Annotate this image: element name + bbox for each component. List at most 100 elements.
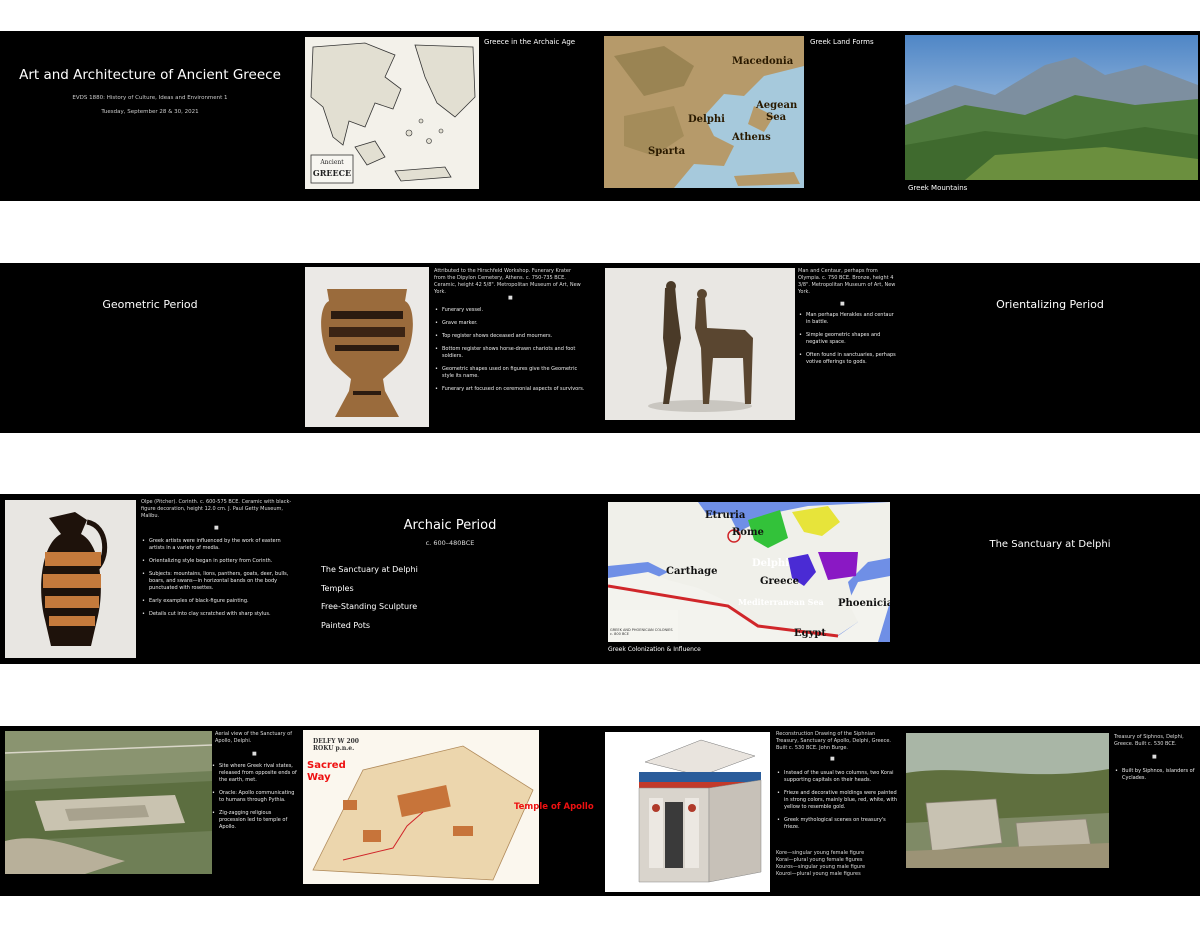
greek-mountains-photo — [905, 35, 1198, 180]
bullet-item: Greek artists were influenced by the wor… — [141, 538, 293, 552]
slide-archaic-period[interactable]: Archaic Period c. 600–480BCE The Sanctua… — [300, 494, 600, 664]
slide-siphnian-treasury[interactable]: Reconstruction Drawing of the Siphnian T… — [600, 726, 900, 896]
land-forms-relief-map: Macedonia Aegean Sea Delphi Athens Spart… — [604, 36, 804, 188]
slide-sanctuary-at-delphi[interactable]: The Sanctuary at Delphi — [900, 494, 1200, 664]
slide-sanctuary-aerial[interactable]: Aerial view of the Sanctuary of Apollo, … — [0, 726, 300, 896]
artwork-caption: Man and Centaur, perhaps from Olympia. c… — [798, 268, 896, 295]
slide-row-2: Geometric Period Attributed to the Hirsc… — [0, 263, 1200, 433]
slide-caption: Greek Mountains — [908, 184, 968, 192]
bullet-list: Funerary vessel. Grave marker. Top regis… — [434, 307, 586, 399]
section-title: Orientalizing Period — [996, 298, 1104, 311]
label-mediterranean-sea: Mediterranean Sea — [738, 597, 824, 607]
topic-list: The Sanctuary at Delphi Temples Free-Sta… — [321, 561, 418, 635]
bullet-item: Zig-zagging religious procession led to … — [211, 810, 297, 831]
label-greece: Greece — [760, 576, 799, 587]
slide-row-4: Aerial view of the Sanctuary of Apollo, … — [0, 726, 1200, 896]
section-title: Geometric Period — [102, 298, 198, 311]
bullet-item: Instead of the usual two columns, two Ko… — [776, 770, 898, 784]
label-phoenicia: Phoenicia — [838, 598, 890, 609]
label-way: Way — [307, 772, 331, 783]
section-subtitle: c. 600–480BCE — [425, 539, 475, 547]
label-carthage: Carthage — [666, 566, 718, 577]
bullet-item: Built by Siphnos, islanders of Cyclades. — [1114, 768, 1198, 782]
bullet-list: Instead of the usual two columns, two Ko… — [776, 770, 898, 837]
note-line: Kouros—singular young male figure — [776, 864, 866, 870]
presentation-title: Art and Architecture of Ancient Greece — [19, 67, 281, 83]
slide-row-1: Art and Architecture of Ancient Greece E… — [0, 31, 1200, 201]
note-line: Korai—plural young female figures — [776, 857, 863, 863]
topic-item: The Sanctuary at Delphi — [321, 565, 418, 574]
bullet-list: Greek artists were influenced by the wor… — [141, 538, 293, 624]
separator-icon: ■ — [214, 525, 219, 531]
sanctuary-plan-drawing: DELFY W 200 ROKU p.n.e. — [303, 730, 539, 884]
bullet-item: Early examples of black-figure painting. — [141, 598, 293, 605]
archaic-greece-map: Ancient GREECE — [305, 37, 479, 189]
bullet-item: Man perhaps Herakles and centaur in batt… — [798, 312, 898, 326]
bullet-item: Top register shows deceased and mourners… — [434, 333, 586, 340]
label-rome: Rome — [732, 527, 764, 538]
topic-item: Painted Pots — [321, 620, 371, 630]
slide-greek-colonization[interactable]: Etruria Rome Carthage Delphi Greece Medi… — [600, 494, 900, 664]
lecture-date: Tuesday, September 28 & 30, 2021 — [101, 109, 199, 115]
bullet-item: Funerary art focused on ceremonial aspec… — [434, 386, 586, 393]
slide-sanctuary-plan[interactable]: DELFY W 200 ROKU p.n.e. Sacred Way Templ… — [300, 726, 600, 896]
slide-title[interactable]: Art and Architecture of Ancient Greece E… — [0, 31, 300, 201]
bullet-item: Grave marker. — [434, 320, 586, 327]
treasury-ruins-photo — [906, 733, 1109, 868]
topic-item: Free-Standing Sculpture — [321, 602, 418, 611]
label-sea: Sea — [766, 112, 787, 123]
course-name: EVDS 1880: History of Culture, Ideas and… — [72, 95, 228, 101]
label-aegean: Aegean — [756, 100, 798, 111]
olpe-pitcher-photo — [5, 500, 136, 658]
slide-mountains[interactable]: Greek Mountains — [900, 31, 1200, 201]
terminology-notes: Kore—singular young female figure Korai—… — [776, 850, 898, 878]
bullet-item: Greek mythological scenes on treasury's … — [776, 817, 898, 831]
artwork-caption: Treasury of Siphnos, Delphi, Greece. Bui… — [1114, 734, 1184, 747]
slide-olpe-pitcher[interactable]: Olpe (Pitcher). Corinth. c. 600-575 BCE.… — [0, 494, 300, 664]
bullet-list: Built by Siphnos, islanders of Cyclades. — [1114, 768, 1198, 788]
label-egypt: Egypt — [794, 628, 827, 639]
bullet-list: Site where Greek rival states, released … — [211, 763, 297, 837]
artwork-caption: Reconstruction Drawing of the Siphnian T… — [776, 731, 892, 751]
artwork-caption: Attributed to the Hirschfeld Workshop. F… — [434, 268, 581, 295]
treasury-reconstruction-drawing — [605, 732, 770, 892]
bullet-item: Oracle: Apollo communicating to humans t… — [211, 790, 297, 804]
bullet-item: Bottom register shows horse-drawn chario… — [434, 346, 586, 360]
separator-icon: ■ — [1152, 754, 1157, 760]
slide-row-3: Olpe (Pitcher). Corinth. c. 600-575 BCE.… — [0, 494, 1200, 664]
slide-caption: Greek Colonization & Influence — [608, 646, 701, 653]
sanctuary-aerial-photo — [5, 731, 212, 874]
note-line: Kore—singular young female figure — [776, 850, 865, 856]
bullet-item: Subjects: mountains, lions, panthers, go… — [141, 571, 293, 592]
label-macedonia: Macedonia — [732, 56, 794, 67]
map-title-ancient: Ancient — [320, 159, 344, 166]
label-sacred: Sacred — [307, 760, 346, 771]
artwork-caption: Aerial view of the Sanctuary of Apollo, … — [215, 731, 292, 744]
slide-orientalizing-period[interactable]: Orientalizing Period — [900, 263, 1200, 433]
bullet-item: Orientalizing style began in pottery fro… — [141, 558, 293, 565]
slide-treasury-ruins[interactable]: Treasury of Siphnos, Delphi, Greece. Bui… — [900, 726, 1200, 896]
bullet-item: Funerary vessel. — [434, 307, 586, 314]
slide-geometric-period[interactable]: Geometric Period — [0, 263, 300, 433]
separator-icon: ■ — [508, 295, 513, 301]
slide-man-and-centaur[interactable]: Man and Centaur, perhaps from Olympia. c… — [600, 263, 900, 433]
map-title-greece: GREECE — [312, 168, 352, 178]
bullet-item: Geometric shapes used on figures give th… — [434, 366, 586, 380]
label-athens: Athens — [732, 132, 771, 143]
label-delphi: Delphi — [752, 558, 789, 569]
funerary-krater-photo — [305, 267, 429, 427]
slide-funerary-krater[interactable]: Attributed to the Hirschfeld Workshop. F… — [300, 263, 600, 433]
bullet-list: Man perhaps Herakles and centaur in batt… — [798, 312, 898, 372]
artwork-caption: Olpe (Pitcher). Corinth. c. 600-575 BCE.… — [141, 499, 292, 519]
section-title: Archaic Period — [403, 518, 497, 533]
slide-caption: Greece in the Archaic Age — [484, 38, 576, 46]
man-and-centaur-photo — [605, 268, 795, 420]
label-delphi: Delphi — [688, 114, 725, 125]
slide-archaic-map[interactable]: Ancient GREECE Greece in the Archaic Age — [300, 31, 600, 201]
bullet-item: Often found in sanctuaries, perhaps voti… — [798, 352, 898, 366]
map-inset-title: GREEK AND PHOENICIAN COLONIES c. 800 BCE — [610, 628, 673, 636]
slide-land-forms[interactable]: Macedonia Aegean Sea Delphi Athens Spart… — [600, 31, 900, 201]
bullet-item: Simple geometric shapes and negative spa… — [798, 332, 898, 346]
label-etruria: Etruria — [705, 510, 746, 521]
section-title: The Sanctuary at Delphi — [989, 539, 1111, 550]
